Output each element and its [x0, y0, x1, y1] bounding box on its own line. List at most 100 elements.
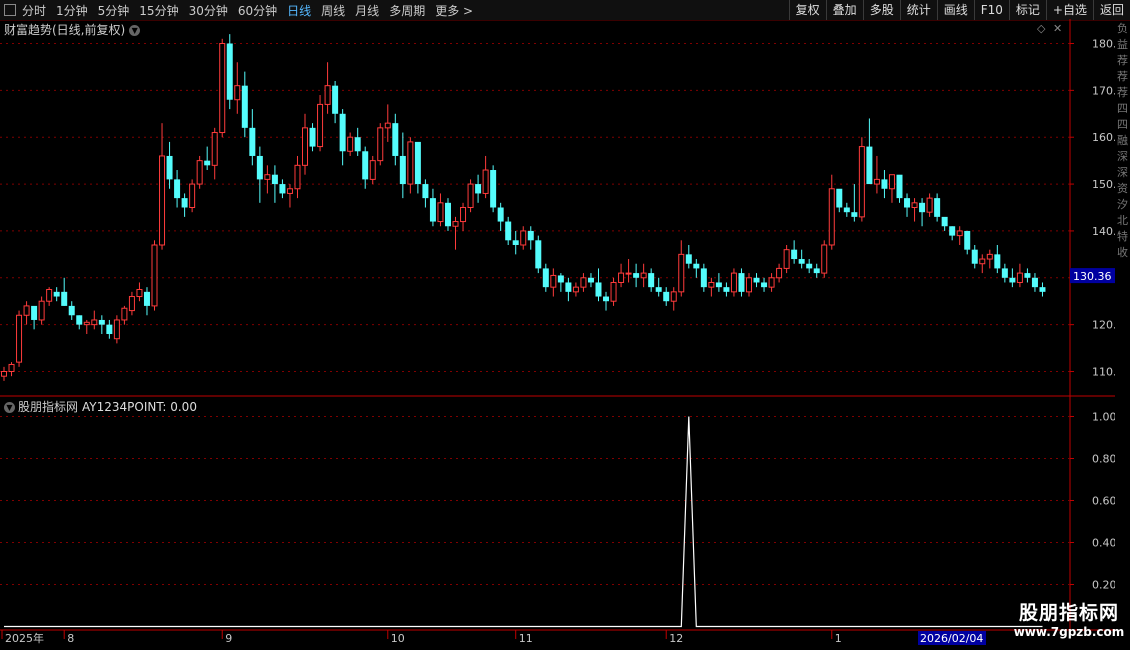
candle [813, 263, 820, 278]
indicator-tick-label: 0.60 [1092, 495, 1115, 508]
candle [587, 273, 594, 288]
candle-body [61, 291, 68, 306]
action-button-7[interactable]: +自选 [1045, 0, 1093, 20]
candle [98, 315, 105, 335]
candle-body [332, 85, 339, 114]
action-button-2[interactable]: 多股 [862, 0, 900, 20]
action-buttons: 复权 叠加 多股 统计 画线 F10 标记 +自选 返回 [788, 0, 1130, 20]
candle-body [595, 282, 602, 297]
candle [535, 235, 542, 274]
price-tick-label: 110.0 [1092, 366, 1115, 379]
candle [384, 104, 391, 142]
candle-body [851, 212, 858, 217]
candle-body [324, 85, 331, 105]
candle [934, 193, 941, 222]
candle [828, 174, 835, 250]
candle-body [136, 289, 143, 298]
period-tab-8[interactable]: 月线 [355, 2, 379, 19]
candle-body [302, 127, 309, 166]
candle [286, 184, 293, 208]
action-button-3[interactable]: 统计 [899, 0, 937, 20]
side-strip-char: 融 [1117, 134, 1128, 147]
candle [347, 132, 354, 156]
period-tab-6[interactable]: 日线 [287, 2, 311, 19]
candle-body [271, 174, 278, 185]
candle [858, 137, 865, 222]
candle-body [693, 263, 700, 269]
x-tick-label: 11 [519, 632, 533, 645]
candle [437, 193, 444, 227]
candle [911, 198, 918, 222]
period-tab-0[interactable]: 分时 [22, 2, 46, 19]
candle [738, 268, 745, 297]
candle-body [475, 184, 482, 194]
candle [143, 287, 150, 316]
candle [941, 216, 948, 231]
candle [467, 179, 474, 213]
candle-body [256, 155, 263, 180]
candle-body [8, 363, 15, 373]
candle [339, 109, 346, 166]
candle [919, 198, 926, 227]
candle-body [783, 249, 790, 269]
candle [444, 198, 451, 231]
candle [302, 113, 309, 175]
candle-body [460, 207, 467, 223]
action-button-8[interactable]: 返回 [1092, 0, 1130, 20]
period-tabs: 分时 1分钟 5分钟 15分钟 30分钟 60分钟 日线 周线 月线 多周期 更多 > [4, 0, 483, 20]
candle [497, 202, 504, 231]
period-tab-2[interactable]: 5分钟 [98, 2, 130, 19]
candle-body [369, 160, 376, 180]
candle [324, 62, 331, 114]
candle-body [813, 268, 820, 274]
period-tab-4[interactable]: 30分钟 [189, 2, 228, 19]
candle-body [377, 127, 384, 162]
indicator-tick-label: 0.80 [1092, 453, 1115, 466]
candle [1, 366, 7, 381]
candle-body [106, 324, 113, 335]
candle-body [798, 259, 805, 264]
candle-body [505, 221, 512, 241]
candle [8, 362, 15, 377]
side-strip-char: 北 [1117, 214, 1128, 227]
action-button-6[interactable]: 标记 [1008, 0, 1046, 20]
candle-body [392, 123, 399, 156]
candle [23, 301, 30, 325]
candle-body [866, 146, 873, 185]
action-button-5[interactable]: F10 [973, 0, 1009, 20]
x-tick-label: 12 [669, 632, 683, 645]
x-tick-label: 9 [225, 632, 232, 645]
chevron-down-icon[interactable]: ▼ [4, 402, 15, 413]
side-strip-char: 深 [1117, 150, 1128, 163]
candle [520, 226, 527, 250]
candle [1016, 263, 1023, 288]
period-tab-1[interactable]: 1分钟 [56, 2, 88, 19]
candle-body [520, 230, 527, 246]
candle [414, 141, 421, 194]
candle [279, 179, 286, 199]
candle [1031, 273, 1038, 292]
candle-body [836, 188, 843, 208]
candle-body [1039, 287, 1046, 292]
candle-body [888, 174, 895, 190]
action-button-4[interactable]: 画线 [936, 0, 974, 20]
period-tab-5[interactable]: 60分钟 [238, 2, 277, 19]
action-button-1[interactable]: 叠加 [825, 0, 863, 20]
candle [121, 305, 128, 325]
candle [392, 113, 399, 166]
candle [234, 62, 241, 114]
layout-square-icon[interactable] [4, 4, 16, 16]
period-tab-3[interactable]: 15分钟 [139, 2, 178, 19]
period-tab-9[interactable]: 多周期 [389, 2, 425, 19]
candle-body [934, 198, 941, 217]
candle [618, 263, 625, 288]
candle-body [565, 282, 572, 292]
period-toolbar: 分时 1分钟 5分钟 15分钟 30分钟 60分钟 日线 周线 月线 多周期 更多 > 复权 叠加 多股… [0, 0, 1130, 21]
period-tab-7[interactable]: 周线 [321, 2, 345, 19]
candle-body [873, 178, 880, 185]
period-tab-10[interactable]: 更多 > [435, 2, 473, 19]
candle [53, 287, 60, 302]
action-button-0[interactable]: 复权 [788, 0, 826, 20]
candle [557, 273, 564, 292]
candle-body [1024, 273, 1031, 278]
